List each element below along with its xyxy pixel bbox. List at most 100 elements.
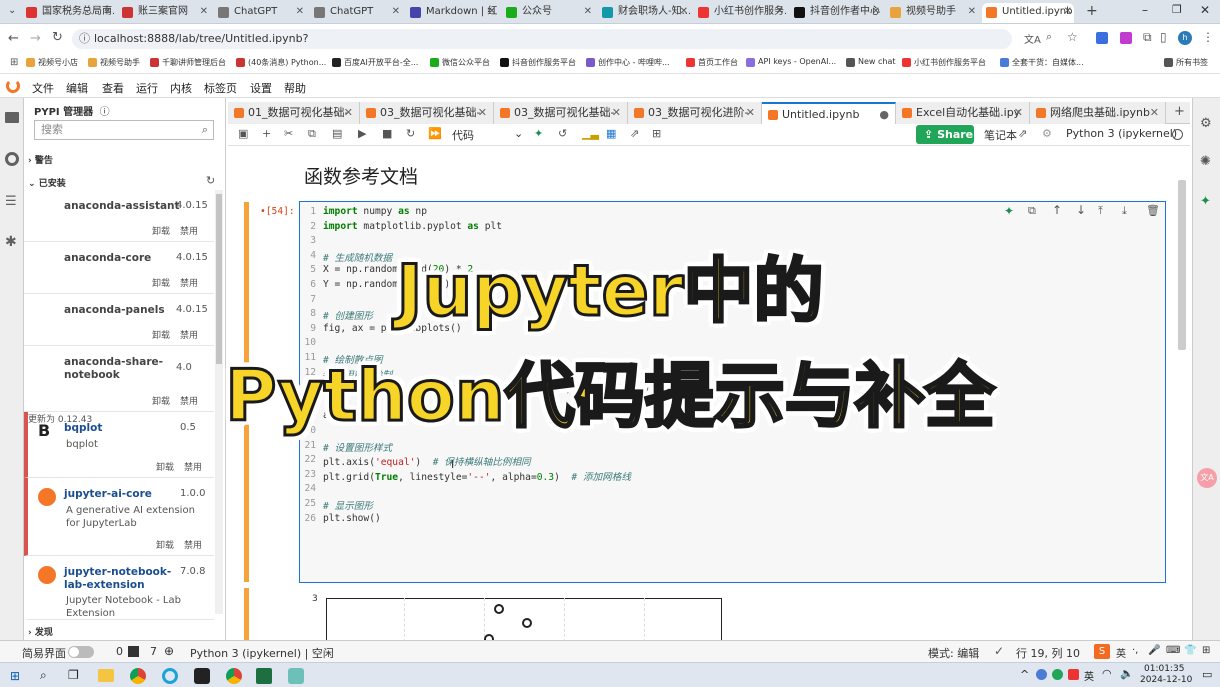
tab-close-icon[interactable]: ✕ [872, 3, 880, 21]
tab-close-icon[interactable]: ✕ [104, 3, 112, 21]
ai-sparkle-icon[interactable]: ✦ [534, 127, 543, 140]
browser-tab[interactable]: ChatGPT ✕ [310, 3, 402, 23]
tab-close-icon[interactable]: ✕ [680, 3, 688, 21]
zoom-icon[interactable]: ⌕ [1046, 30, 1052, 44]
insert-cell-icon[interactable]: + [262, 127, 271, 140]
excel-icon[interactable] [256, 668, 272, 684]
chrome-icon-2[interactable] [226, 668, 242, 684]
chrome-icon[interactable] [130, 668, 146, 684]
tab-close-icon[interactable]: ✕ [776, 3, 784, 21]
address-bar[interactable]: ⓘ localhost:8888/lab/tree/Untitled.ipynb… [72, 29, 1012, 49]
bookmark-star-icon[interactable]: ☆ [1067, 30, 1078, 44]
cursor-position[interactable]: 行 19, 列 10 [1016, 645, 1080, 661]
tab-close-icon[interactable]: ✕ [478, 102, 487, 124]
menu-item[interactable]: 帮助 [284, 80, 306, 96]
app-icon-2[interactable] [194, 668, 210, 684]
open-external-icon[interactable]: ⇗ [630, 127, 639, 140]
forward-icon[interactable]: → [30, 31, 41, 46]
volume-icon[interactable]: 🔈 [1120, 667, 1134, 680]
bookmark-item[interactable]: 所有书签 [1164, 57, 1208, 68]
package-search-input[interactable]: 搜索 ⌕ [34, 120, 214, 140]
extensions-icon[interactable]: ⧉ [1143, 30, 1152, 45]
browser-tab[interactable]: 财会职场人-知... ✕ [598, 3, 690, 23]
grid-icon[interactable]: ⊞ [652, 127, 661, 140]
ime-toolbox-icon[interactable]: ⊞ [1202, 645, 1210, 656]
table-of-contents-icon[interactable]: ☰ [5, 194, 17, 209]
discover-section-header[interactable]: › 发现 [28, 625, 53, 638]
browser-tab[interactable]: ChatGPT ✕ [214, 3, 306, 23]
tab-close-icon[interactable]: ✕ [612, 102, 621, 124]
property-inspector-icon[interactable]: ⚙ [1200, 116, 1212, 131]
bookmark-item[interactable]: 首页工作台 [686, 57, 738, 68]
notebook-label[interactable]: 笔记本 [984, 127, 1017, 143]
browser-tab[interactable]: Markdown | 红...✕ [406, 3, 498, 23]
notebook-tab[interactable]: 网络爬虫基础.ipynb ✕ [1030, 102, 1166, 124]
taskbar-search-icon[interactable]: ⌕ [40, 668, 47, 683]
notebook-tab[interactable]: 03_数据可视化基础- ✕ [360, 102, 494, 124]
browser-tab[interactable]: 国家税务总局南... ✕ [22, 3, 114, 23]
uninstall-button[interactable]: 卸载 [156, 541, 174, 551]
apps-grid-icon[interactable]: ⊞ [10, 57, 18, 68]
app-icon-3[interactable] [288, 668, 304, 684]
input-method-icon[interactable]: S [1094, 644, 1110, 659]
tab-close-icon[interactable]: ✕ [488, 3, 496, 21]
tab-close-icon[interactable]: ✕ [1150, 102, 1159, 124]
tab-close-icon[interactable]: ✕ [1064, 3, 1072, 21]
ai-chat-icon[interactable]: ✦ [1200, 194, 1211, 209]
browser-tab[interactable]: 公众号 ✕ [502, 3, 594, 23]
save-icon[interactable]: ▣ [238, 127, 248, 140]
bookmark-item[interactable]: 抖音创作服务平台 [500, 57, 576, 68]
notebook-tab[interactable]: 01_数据可视化基础- ✕ [228, 102, 360, 124]
bookmark-item[interactable]: API keys - OpenAI... [746, 57, 836, 67]
profile-avatar[interactable]: h [1178, 31, 1192, 45]
bookmark-item[interactable]: 千聊讲师管理后台 [150, 57, 226, 68]
tray-app-icon-3[interactable] [1068, 669, 1079, 680]
tab-close-icon[interactable]: ✕ [584, 3, 592, 21]
menu-item[interactable]: 标签页 [204, 80, 237, 96]
uninstall-button[interactable]: 卸载 [156, 463, 174, 473]
task-view-icon[interactable]: ❐ [68, 668, 79, 682]
notification-icon[interactable]: ▭ [1202, 668, 1212, 681]
share-button[interactable]: ⇪ Share [916, 125, 974, 144]
stop-icon[interactable]: ■ [382, 127, 392, 140]
tab-close-icon[interactable]: ✕ [746, 102, 755, 124]
unsaved-dot-icon[interactable]: ● [879, 104, 889, 124]
help-icon[interactable]: ⓘ [100, 107, 110, 118]
app-icon-1[interactable] [162, 668, 178, 684]
refresh-icon[interactable]: ↻ [206, 174, 215, 187]
bookmark-item[interactable]: (40条消息) Python... [236, 57, 326, 68]
kernel-name[interactable]: Python 3 (ipykernel) [1066, 127, 1177, 140]
bookmark-item[interactable]: 创作中心 - 哔哩哔... [586, 57, 670, 68]
clock-time[interactable]: 01:01:35 [1144, 664, 1184, 674]
tray-ime-icon[interactable]: 英 [1084, 668, 1094, 683]
file-browser-icon[interactable] [5, 112, 19, 123]
translate-icon[interactable]: 文A [1024, 31, 1041, 46]
fast-forward-icon[interactable]: ⏩ [428, 127, 442, 140]
kernel-status-text[interactable]: Python 3 (ipykernel) | 空闲 [190, 645, 334, 661]
reload-icon[interactable]: ↻ [52, 30, 63, 45]
disable-button[interactable]: 禁用 [184, 463, 202, 473]
ime-mic-icon[interactable]: 🎤 [1148, 645, 1160, 656]
bookmark-item[interactable]: 全套干货：自媒体... [1000, 57, 1084, 68]
minimize-icon[interactable]: – [1142, 3, 1148, 17]
running-kernels-icon[interactable] [5, 152, 19, 166]
browser-tab[interactable]: 抖音创作者中心 ✕ [790, 3, 882, 23]
warning-section-header[interactable]: › 警告 [28, 153, 53, 166]
menu-item[interactable]: 编辑 [66, 80, 88, 96]
tab-close-icon[interactable]: ✕ [200, 3, 208, 21]
menu-item[interactable]: 设置 [250, 80, 272, 96]
uninstall-button[interactable]: 卸载 [152, 227, 170, 237]
windows-start-icon[interactable]: ⊞ [10, 669, 20, 683]
menu-item[interactable]: 运行 [136, 80, 158, 96]
notebook-tab[interactable]: Excel自动化基础.ipy ✕ [896, 102, 1030, 124]
ime-keyboard-icon[interactable]: ⌨ [1166, 645, 1180, 656]
tab-close-icon[interactable]: ✕ [296, 3, 304, 21]
debugger-icon[interactable]: ✺ [1200, 154, 1211, 169]
table-icon[interactable]: ▦ [606, 127, 616, 140]
disable-button[interactable]: 禁用 [184, 541, 202, 551]
bookmark-item[interactable]: 微信公众平台 [430, 57, 490, 68]
notebook-tab[interactable]: 03_数据可视化基础- ✕ [494, 102, 628, 124]
tab-close-icon[interactable]: ✕ [392, 3, 400, 21]
cut-icon[interactable]: ✂ [284, 127, 293, 140]
browser-tab[interactable]: Untitled.ipynb ✕ [982, 3, 1074, 23]
